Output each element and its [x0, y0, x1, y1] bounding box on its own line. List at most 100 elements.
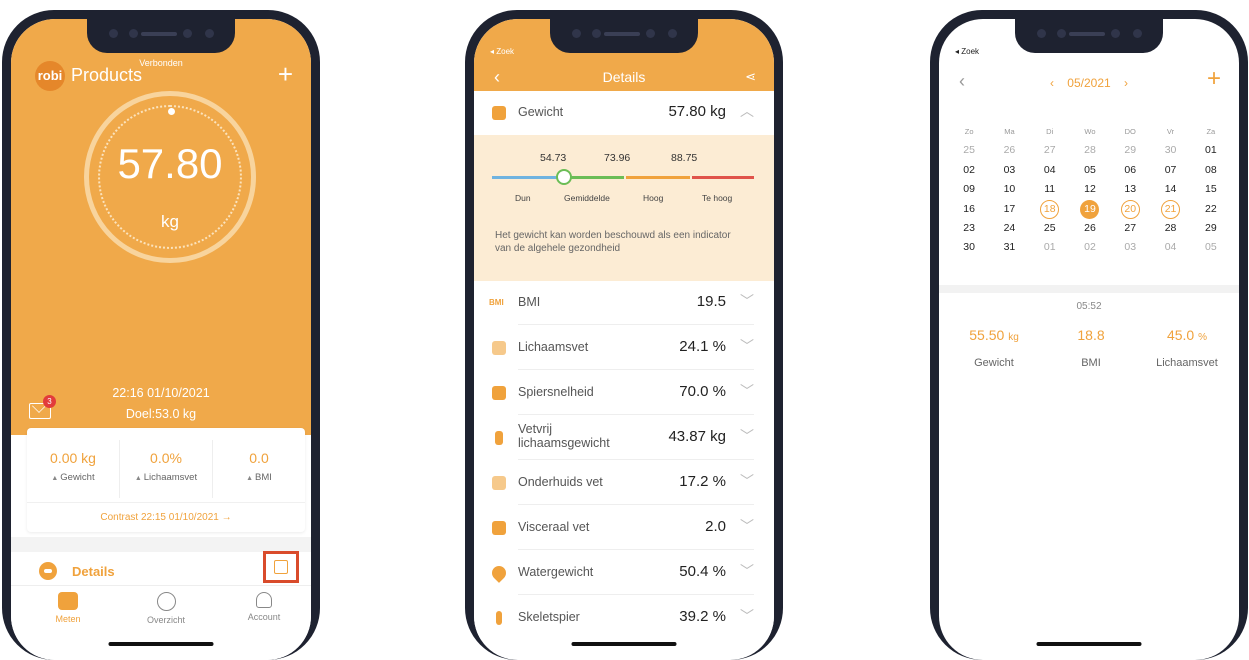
- calendar-day[interactable]: 15: [1191, 180, 1231, 199]
- calendar-day[interactable]: 25: [949, 141, 989, 160]
- tab-account[interactable]: Account: [219, 592, 309, 622]
- calendar-day[interactable]: 06: [1110, 161, 1150, 180]
- calendar-day[interactable]: 27: [1030, 141, 1070, 160]
- phone-calendar-screen: ◂ Zoek ‹ ‹ 05/2021 › + Zo Ma Di Wo DO Vr Za 25 2…: [930, 10, 1248, 660]
- delta-fat-label: Lichaamsvet: [120, 472, 212, 483]
- calendar-day[interactable]: 18: [1030, 199, 1070, 219]
- calendar-day[interactable]: 02: [1070, 238, 1110, 257]
- back-to-search[interactable]: ◂ Zoek: [955, 47, 979, 56]
- calendar-grid: Zo Ma Di Wo DO Vr Za 25 26 27 28 29 30 01 02 03 04 05 06 07…: [949, 122, 1231, 258]
- prev-month-icon[interactable]: ‹: [1050, 76, 1054, 90]
- robi-logo: robi: [35, 61, 65, 91]
- calendar-day[interactable]: 29: [1191, 219, 1231, 238]
- summary-value: 55.50: [969, 327, 1005, 343]
- tab-overzicht[interactable]: Overzicht: [121, 592, 211, 625]
- metric-label: Skeletspier: [518, 610, 580, 624]
- threshold-1: 54.73: [540, 152, 567, 164]
- tab-bar: Meten Overzicht Account: [11, 585, 311, 660]
- summary-bmi: 18.8 BMI: [1041, 327, 1141, 369]
- metric-row-skeletal-muscle[interactable]: Skeletspier 39.2 % ﹀: [474, 596, 774, 640]
- gauge-dot: [168, 108, 175, 115]
- back-to-search[interactable]: ◂ Zoek: [490, 47, 514, 56]
- summary-weight: 55.50 kg Gewicht: [944, 327, 1044, 369]
- summary-body-fat: 45.0 % Lichaamsvet: [1137, 327, 1237, 369]
- band-high: [626, 176, 690, 179]
- calendar-day[interactable]: 12: [1070, 180, 1110, 199]
- add-record-button[interactable]: +: [1207, 65, 1221, 93]
- metric-row-weight[interactable]: Gewicht 57.80 kg ︿: [474, 91, 774, 135]
- calendar-day[interactable]: 04: [1150, 238, 1190, 257]
- calendar-day[interactable]: 25: [1030, 219, 1070, 238]
- calendar-day[interactable]: 04: [1030, 161, 1070, 180]
- calendar-day[interactable]: 22: [1191, 200, 1231, 219]
- calendar-day[interactable]: 24: [989, 219, 1029, 238]
- calendar-day[interactable]: 10: [989, 180, 1029, 199]
- calendar-day[interactable]: 20: [1110, 199, 1150, 219]
- metric-row-subcutaneous-fat[interactable]: Onderhuids vet 17.2 % ﹀: [474, 461, 774, 505]
- details-label[interactable]: Details: [72, 564, 115, 579]
- edit-icon: [274, 560, 288, 574]
- calendar-day[interactable]: 17: [989, 200, 1029, 219]
- metric-label: Vetvrij lichaamsgewicht: [518, 422, 610, 450]
- notch: [87, 19, 235, 53]
- summary-unit: kg: [1008, 332, 1019, 343]
- person-icon: [256, 592, 272, 608]
- chevron-down-icon: ﹀: [740, 293, 754, 309]
- calendar-day[interactable]: 05: [1070, 161, 1110, 180]
- calendar-day[interactable]: 28: [1070, 141, 1110, 160]
- metric-value: 24.1 %: [679, 338, 726, 355]
- next-month-icon[interactable]: ›: [1124, 76, 1128, 90]
- calendar-day[interactable]: 21: [1150, 199, 1190, 219]
- calendar-day[interactable]: 29: [1110, 141, 1150, 160]
- page-title[interactable]: Products: [71, 65, 142, 86]
- calendar-day[interactable]: 16: [949, 200, 989, 219]
- calendar-day[interactable]: 05: [1191, 238, 1231, 257]
- calendar-day[interactable]: 02: [949, 161, 989, 180]
- calendar-day[interactable]: 30: [1150, 141, 1190, 160]
- calendar-day[interactable]: 26: [989, 141, 1029, 160]
- metric-description: Het gewicht kan worden beschouwd als een…: [495, 230, 731, 254]
- metric-row-visceral-fat[interactable]: Visceraal vet 2.0 ﹀: [474, 506, 774, 550]
- calendar-day[interactable]: 01: [1191, 141, 1231, 160]
- share-icon[interactable]: ⋖: [745, 69, 756, 85]
- add-device-button[interactable]: +: [278, 59, 293, 90]
- tab-overzicht-label: Overzicht: [146, 615, 185, 625]
- scale-icon: [39, 562, 57, 580]
- metric-row-muscle[interactable]: Spiersnelheid 70.0 % ﹀: [474, 371, 774, 415]
- calendar-day[interactable]: 01: [1030, 238, 1070, 257]
- calendar-day[interactable]: 11: [1030, 180, 1070, 199]
- visceral-fat-icon: [492, 521, 506, 535]
- divider: [939, 285, 1239, 293]
- calendar-day[interactable]: 30: [949, 238, 989, 257]
- calendar-day[interactable]: 28: [1150, 219, 1190, 238]
- tab-meten[interactable]: Meten: [23, 592, 113, 624]
- calendar-day[interactable]: 26: [1070, 219, 1110, 238]
- calendar-day[interactable]: 13: [1110, 180, 1150, 199]
- metric-label: Watergewicht: [518, 565, 594, 579]
- metric-row-lean-mass[interactable]: Vetvrij lichaamsgewicht 43.87 kg ﹀: [474, 416, 774, 460]
- metric-value: 50.4 %: [679, 563, 726, 580]
- calendar-day[interactable]: 07: [1150, 161, 1190, 180]
- delta-card: 0.00 kg Gewicht 0.0% Lichaamsvet 0.0 BMI…: [27, 428, 305, 532]
- calendar-day[interactable]: 23: [949, 219, 989, 238]
- band-label: Gemiddelde: [564, 193, 610, 203]
- contrast-link[interactable]: Contrast 22:15 01/10/2021 →: [27, 502, 305, 523]
- calendar-day[interactable]: 08: [1191, 161, 1231, 180]
- bmi-icon: BMI: [489, 298, 504, 307]
- calendar-day[interactable]: 09: [949, 180, 989, 199]
- metric-row-water[interactable]: Watergewicht 50.4 % ﹀: [474, 551, 774, 595]
- calendar-day[interactable]: 03: [1110, 238, 1150, 257]
- calendar-day[interactable]: 27: [1110, 219, 1150, 238]
- summary-label: Gewicht: [974, 357, 1014, 369]
- metric-label: Onderhuids vet: [518, 475, 603, 489]
- calendar-day[interactable]: 03: [989, 161, 1029, 180]
- calendar-day[interactable]: 31: [989, 238, 1029, 257]
- weekday-label: Zo: [964, 127, 974, 136]
- month-label: 05/2021: [1067, 76, 1111, 90]
- metric-row-body-fat[interactable]: Lichaamsvet 24.1 % ﹀: [474, 326, 774, 370]
- calendar-day[interactable]: 14: [1150, 180, 1190, 199]
- edit-button[interactable]: [263, 551, 299, 583]
- metric-row-bmi[interactable]: BMI BMI 19.5 ﹀: [474, 281, 774, 325]
- calendar-day[interactable]: 19: [1070, 199, 1110, 219]
- home-indicator: [108, 642, 214, 646]
